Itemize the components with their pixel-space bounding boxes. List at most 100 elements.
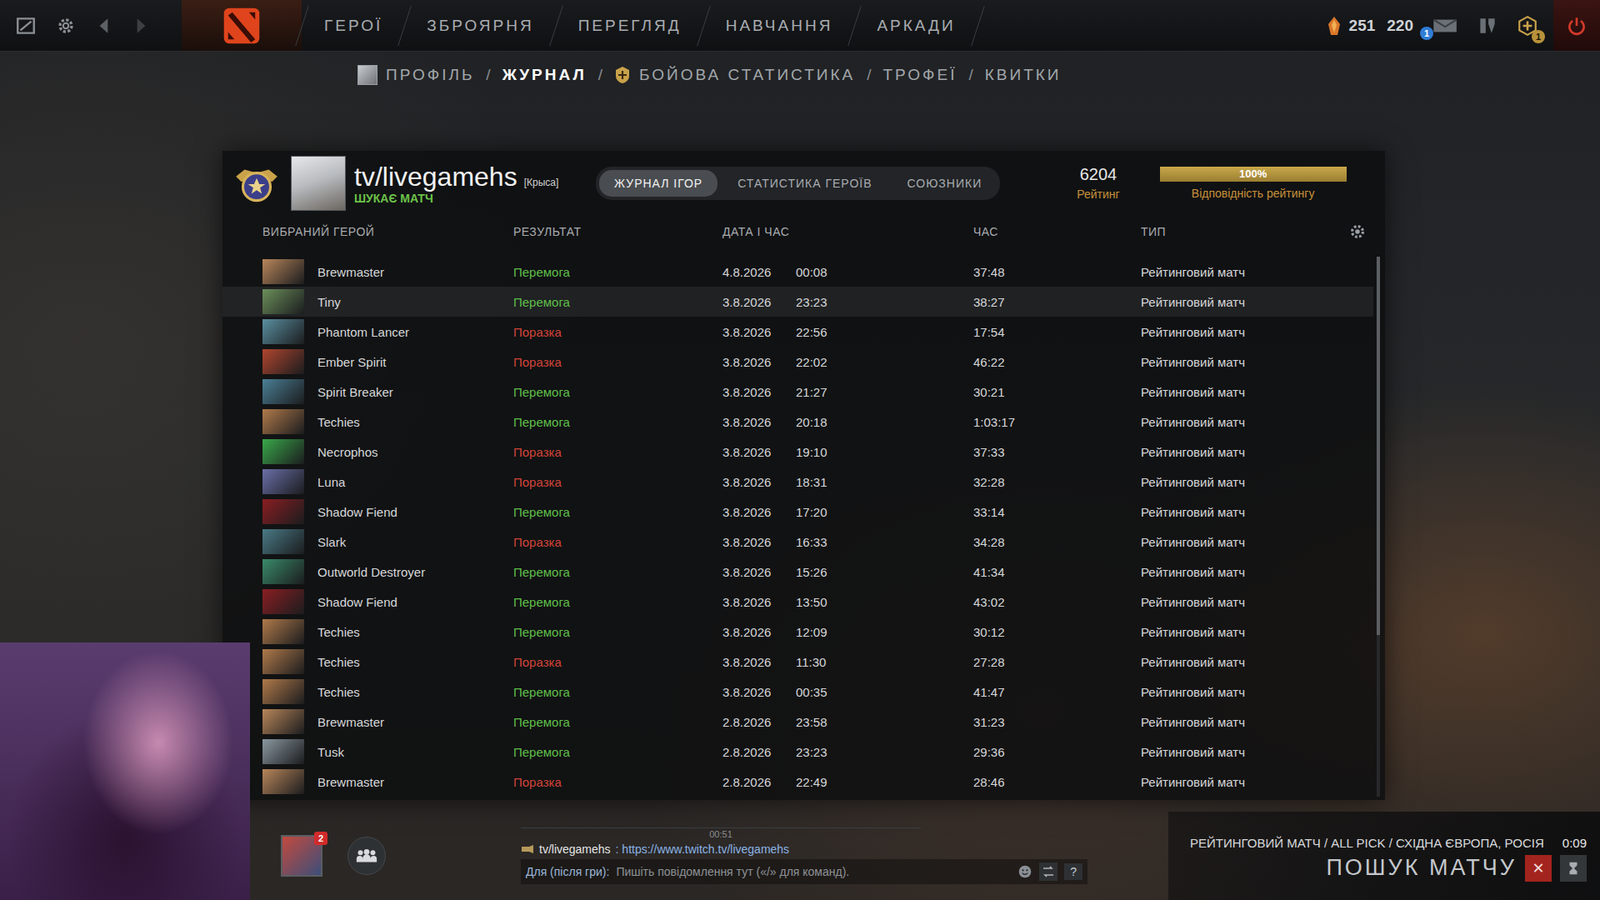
match-row[interactable]: NecrophosПоразка3.8.202619:1037:33Рейтин…: [222, 436, 1374, 467]
dashboard-button[interactable]: [11, 11, 40, 40]
dota-plus-button[interactable]: 1: [1513, 11, 1542, 40]
match-row[interactable]: Outworld DestroyerПеремога3.8.202615:264…: [222, 556, 1374, 587]
match-duration: 1:03:17: [973, 415, 1141, 430]
match-result: Перемога: [513, 715, 723, 730]
match-result: Перемога: [513, 385, 723, 400]
match-row[interactable]: SlarkПоразка3.8.202616:3334:28Рейтингови…: [222, 526, 1374, 557]
match-date: 3.8.2026: [722, 355, 796, 370]
matchmaking-panel: РЕЙТИНГОВИЙ МАТЧ / ALL PICK / СХІДНА ЄВР…: [1168, 811, 1600, 900]
column-header[interactable]: ЧАС: [973, 225, 1141, 239]
match-date: 3.8.2026: [722, 685, 796, 700]
match-duration: 41:47: [973, 685, 1141, 700]
column-header[interactable]: РЕЗУЛЬТАТ: [513, 225, 723, 239]
match-time: 13:50: [795, 595, 974, 610]
settings-button[interactable]: [51, 11, 80, 40]
swap-channel-icon[interactable]: [1039, 862, 1058, 881]
sub-nav-item[interactable]: ПРОФІЛЬ: [357, 65, 475, 85]
sub-nav-item[interactable]: БОЙОВА СТАТИСТИКА: [614, 65, 855, 85]
sub-nav-item[interactable]: ЖУРНАЛ: [502, 65, 587, 85]
column-header[interactable]: ТИП: [1140, 225, 1349, 239]
scrollbar-thumb[interactable]: [1376, 256, 1380, 635]
nav-item[interactable]: ЗБРОЯРНЯ: [405, 16, 555, 35]
hero-name: Spirit Breaker: [317, 385, 394, 400]
party-button[interactable]: [347, 836, 386, 875]
nav-item[interactable]: ГЕРОЇ: [302, 16, 405, 35]
hero-cell: Shadow Fiend: [262, 589, 514, 615]
nav-separator: [549, 5, 564, 46]
rating-confidence: 100%Відповідність рейтингу: [1160, 166, 1347, 200]
hero-portrait: [262, 619, 305, 645]
nav-item[interactable]: ПЕРЕГЛЯД: [556, 16, 704, 35]
profile-avatar[interactable]: [290, 155, 346, 211]
match-row[interactable]: TechiesПоразка3.8.202611:3027:28Рейтинго…: [222, 646, 1374, 677]
nav-item[interactable]: НАВЧАННЯ: [704, 16, 855, 35]
matchmaking-options-button[interactable]: [1560, 855, 1587, 882]
friends-button[interactable]: 2: [280, 835, 323, 877]
emoji-icon[interactable]: [1017, 864, 1033, 880]
nav-item[interactable]: АРКАДИ: [855, 16, 977, 35]
sub-nav-item[interactable]: КВИТКИ: [985, 65, 1062, 85]
match-row[interactable]: TuskПеремога2.8.202623:2329:36Рейтингови…: [222, 736, 1374, 767]
column-header[interactable]: ДАТА І ЧАС: [722, 225, 974, 239]
currency-counter[interactable]: 220: [1386, 16, 1414, 35]
match-duration: 37:48: [973, 265, 1141, 280]
match-duration: 30:21: [973, 385, 1141, 400]
match-date: 3.8.2026: [722, 385, 796, 400]
forward-button[interactable]: [128, 13, 154, 39]
history-tab[interactable]: СОЮЗНИКИ: [892, 170, 998, 197]
hero-cell: Techies: [262, 409, 514, 435]
confidence-reading: 100%: [1160, 166, 1347, 182]
history-tab[interactable]: СТАТИСТИКА ГЕРОЇВ: [722, 170, 887, 197]
match-row[interactable]: TechiesПеремога3.8.202620:181:03:17Рейти…: [222, 406, 1374, 437]
back-button[interactable]: [91, 13, 117, 39]
match-time: 12:09: [795, 625, 974, 640]
match-row[interactable]: TinyПеремога3.8.202623:2338:27Рейтингови…: [222, 286, 1374, 317]
match-date: 3.8.2026: [722, 295, 796, 310]
match-row[interactable]: Spirit BreakerПеремога3.8.202621:2730:21…: [222, 376, 1374, 407]
mail-button[interactable]: 1: [1425, 13, 1462, 39]
match-row[interactable]: Ember SpiritПоразка3.8.202622:0246:22Рей…: [222, 346, 1374, 377]
column-header[interactable]: ВИБРАНИЙ ГЕРОЙ: [262, 225, 514, 239]
history-tab[interactable]: ЖУРНАЛ ІГОР: [599, 170, 718, 197]
rank-medal-icon: [229, 155, 285, 211]
table-settings-button[interactable]: [1348, 222, 1385, 241]
match-row[interactable]: BrewmasterПоразка2.8.202622:4928:46Рейти…: [222, 766, 1374, 797]
match-row[interactable]: TechiesПеремога3.8.202612:0930:12Рейтинг…: [222, 616, 1374, 647]
dota-logo-button[interactable]: [181, 0, 302, 51]
forward-arrow-icon: [130, 15, 152, 37]
match-row[interactable]: Phantom LancerПоразка3.8.202622:5617:54Р…: [222, 316, 1374, 347]
shards-counter[interactable]: 251: [1325, 15, 1376, 36]
cancel-search-button[interactable]: ✕: [1525, 855, 1552, 882]
medal-icon: [230, 157, 283, 210]
match-row[interactable]: Shadow FiendПеремога3.8.202613:5043:02Ре…: [222, 586, 1374, 617]
match-result: Перемога: [513, 505, 723, 520]
hero-portrait: [262, 679, 305, 705]
chat-help-button[interactable]: ?: [1064, 863, 1083, 880]
match-type: Рейтинговий матч: [1140, 535, 1337, 550]
match-time: 19:10: [795, 445, 974, 460]
chat-channel[interactable]: Для (після гри):: [525, 865, 610, 879]
match-result: Поразка: [513, 355, 723, 370]
shield-icon: [1476, 15, 1499, 37]
match-row[interactable]: BrewmasterПеремога4.8.202600:0837:48Рейт…: [222, 256, 1374, 287]
match-time: 00:35: [795, 685, 974, 700]
match-time: 11:30: [795, 655, 974, 670]
hero-portrait: [262, 409, 305, 435]
match-type: Рейтинговий матч: [1140, 355, 1337, 370]
match-result: Поразка: [513, 445, 723, 460]
match-row[interactable]: LunaПоразка3.8.202618:3132:28Рейтинговий…: [222, 466, 1374, 497]
match-date: 3.8.2026: [722, 445, 796, 460]
match-row[interactable]: TechiesПеремога3.8.202600:3541:47Рейтинг…: [222, 676, 1374, 707]
gear-icon: [55, 15, 77, 37]
shards-count: 251: [1349, 16, 1376, 35]
match-row[interactable]: BrewmasterПеремога2.8.202623:5831:23Рейт…: [222, 706, 1374, 737]
dashboard-icon: [15, 15, 37, 37]
scrollbar[interactable]: [1376, 256, 1380, 797]
chat-input[interactable]: Для (після гри):Пишіть повідомлення тут …: [520, 859, 1088, 885]
quit-button[interactable]: [1553, 0, 1600, 51]
sub-nav-item[interactable]: ТРОФЕЇ: [882, 65, 957, 85]
armory-button[interactable]: [1473, 11, 1502, 40]
match-type: Рейтинговий матч: [1140, 265, 1337, 280]
chat-sender[interactable]: tv/livegamehs: [539, 842, 611, 856]
match-row[interactable]: Shadow FiendПеремога3.8.202617:2033:14Ре…: [222, 496, 1374, 527]
